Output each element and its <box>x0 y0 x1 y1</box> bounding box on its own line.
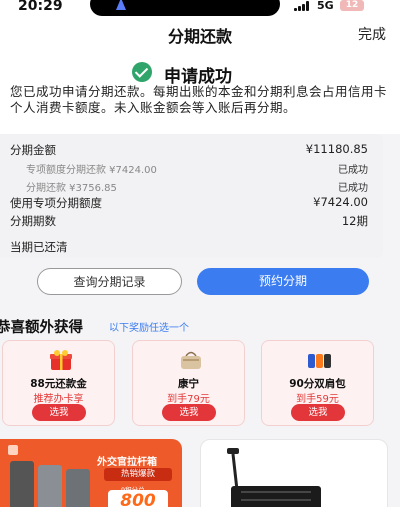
reward-desc: 到手79元 <box>167 394 210 405</box>
bonus-subtitle: 以下奖励任选一个 <box>109 323 189 334</box>
select-reward-button[interactable]: 选我 <box>291 404 345 421</box>
promo-title: 外交官拉杆箱 <box>97 457 157 468</box>
detail-value: 已成功 <box>338 165 368 176</box>
promo-badge: 热销爆款 <box>104 468 172 481</box>
detail-row-status: 当期已还清 <box>10 239 368 257</box>
detail-row-quota: 使用专项分期额度 ¥7424.00 <box>10 195 368 213</box>
reward-desc: 推荐办卡享 <box>33 394 84 405</box>
result-notice: 您已成功申请分期还款。每期出账的本金和分期利息会占用信用卡个人消费卡额度。未入账… <box>10 84 388 115</box>
reward-card-corning[interactable]: 康宁 到手79元 选我 <box>132 340 245 426</box>
nav-bar: 分期还款 完成 <box>0 16 400 50</box>
detail-row-special: 专项额度分期还款 ¥7424.00 已成功 <box>10 161 368 179</box>
detail-label: 分期期数 <box>10 214 56 228</box>
backpack-icon <box>308 354 331 368</box>
status-time: 20:29 <box>18 0 63 14</box>
promo-banner-cart[interactable] <box>200 439 388 507</box>
check-circle-icon <box>132 62 152 82</box>
reward-name: 88元还款金 <box>30 378 87 390</box>
brand-logo-icon <box>8 445 18 455</box>
reward-name: 康宁 <box>178 378 199 390</box>
battery-icon: 12 <box>340 0 364 11</box>
result-panel: 申请成功 您已成功申请分期还款。每期出账的本金和分期利息会占用信用卡个人消费卡额… <box>0 50 400 134</box>
detail-label: 使用专项分期额度 <box>10 196 102 210</box>
detail-row-amount: 分期金额 ¥11180.85 <box>10 142 368 160</box>
done-button[interactable]: 完成 <box>358 24 386 44</box>
reward-desc: 到手59元 <box>296 394 339 405</box>
detail-value: 已成功 <box>338 183 368 194</box>
reward-name: 90分双肩包 <box>289 378 346 390</box>
signal-icon <box>294 1 312 11</box>
location-arrow-icon <box>116 0 126 10</box>
select-reward-button[interactable]: 选我 <box>32 404 86 421</box>
page-title: 分期还款 <box>167 27 232 46</box>
suitcase-image <box>10 461 34 507</box>
suitcase-image <box>38 465 62 507</box>
reward-card-backpack[interactable]: 90分双肩包 到手59元 选我 <box>261 340 374 426</box>
gift-icon <box>50 350 72 370</box>
detail-row-periods: 分期期数 12期 <box>10 213 368 231</box>
detail-label: 分期金额 <box>10 143 56 157</box>
detail-label: 分期还款 ¥3756.85 <box>26 183 117 194</box>
bonus-header: 恭喜额外获得 以下奖励任选一个 <box>0 317 400 336</box>
suitcase-image <box>66 469 90 507</box>
bonus-title: 恭喜额外获得 <box>0 320 83 336</box>
select-reward-button[interactable]: 选我 <box>162 404 216 421</box>
detail-label: 专项额度分期还款 ¥7424.00 <box>26 165 157 176</box>
status-bar: 20:29 5G 12 <box>0 0 400 16</box>
query-records-button[interactable]: 查询分期记录 <box>37 268 182 295</box>
promo-amount: 800 <box>108 490 168 507</box>
promo-banner-luggage[interactable]: 外交官拉杆箱 热销爆款 9积分兑 800 <box>0 439 182 507</box>
network-type: 5G <box>317 0 334 12</box>
reserve-installment-button[interactable]: 预约分期 <box>197 268 369 295</box>
trolley-cart-image <box>227 448 321 507</box>
battery-level: 12 <box>345 0 359 10</box>
success-row: 申请成功 <box>0 56 400 87</box>
detail-value: ¥11180.85 <box>305 142 368 156</box>
detail-value: 12期 <box>341 214 368 228</box>
bag-icon <box>181 351 201 369</box>
detail-value: ¥7424.00 <box>313 195 368 209</box>
detail-label: 当期已还清 <box>10 240 68 254</box>
installment-details: 分期金额 ¥11180.85 专项额度分期还款 ¥7424.00 已成功 分期还… <box>0 134 383 258</box>
reward-card-cash[interactable]: 88元还款金 推荐办卡享 选我 <box>2 340 115 426</box>
